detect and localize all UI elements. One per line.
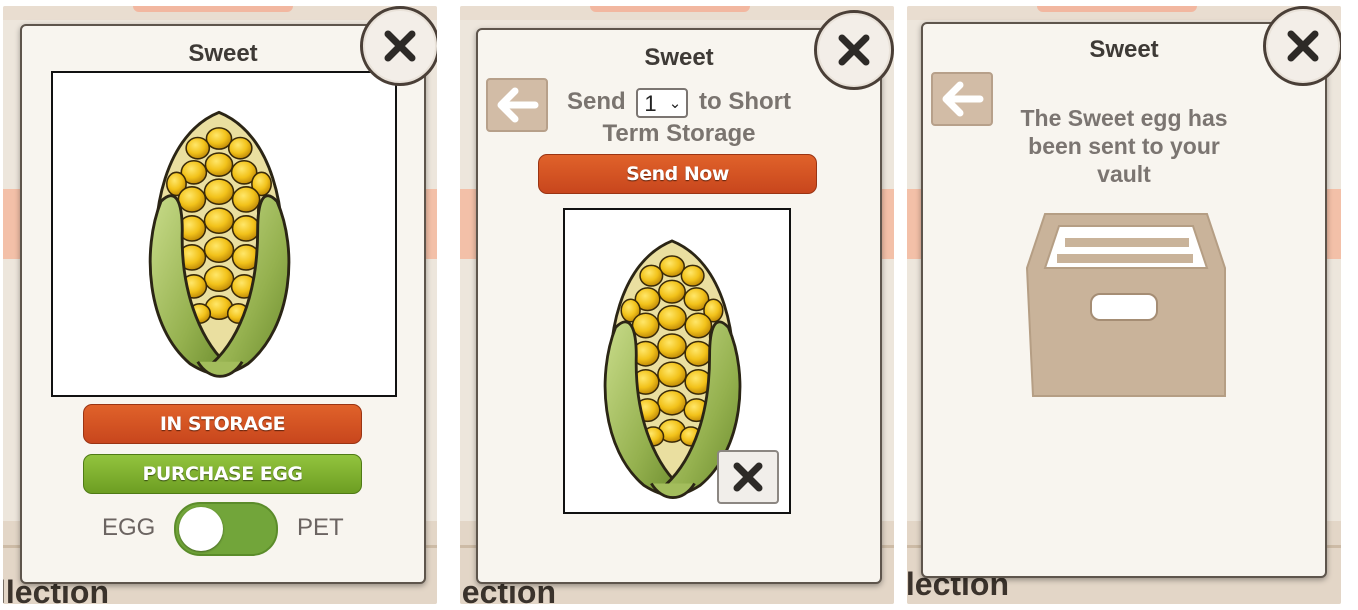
sent-confirmation-modal: Sweet The Sweet egg has been sent to you…: [921, 22, 1327, 578]
close-x-icon: [838, 34, 870, 66]
screenshot-panel-egg-details: llection Sweet IN STORAGE PURCHASE EGG E…: [3, 6, 437, 604]
sent-message-line-2: been sent to your: [1028, 133, 1220, 159]
egg-pet-toggle[interactable]: [174, 502, 278, 556]
send-prefix: Send: [566, 88, 626, 115]
sent-message-line-3: vault: [1097, 161, 1151, 187]
close-button[interactable]: [360, 6, 437, 86]
screenshot-panel-sent: llection Sweet The Sweet egg has been se…: [907, 6, 1341, 604]
send-suffix: to Short: [699, 88, 791, 115]
corn-egg-icon: [110, 95, 328, 385]
close-button[interactable]: [814, 10, 894, 90]
sent-message-line-1: The Sweet egg has: [1020, 105, 1228, 131]
in-storage-button[interactable]: IN STORAGE: [83, 404, 362, 444]
remove-button[interactable]: [717, 450, 779, 504]
toggle-label-pet: PET: [297, 514, 344, 541]
toggle-label-egg: EGG: [102, 514, 156, 541]
send-line-1: Send 1 ⌄ to Short: [478, 86, 880, 118]
send-storage-modal: Sweet Send 1 ⌄ to Short Term Storage Send…: [476, 28, 882, 584]
close-button[interactable]: [1263, 6, 1341, 86]
send-now-button[interactable]: Send Now: [538, 154, 817, 194]
egg-image-frame: [563, 208, 791, 514]
x-icon: [733, 462, 763, 492]
send-line-2: Term Storage: [602, 120, 756, 147]
screenshot-panel-send: llection Sweet Send 1⌄ to Short Term Sto…: [460, 6, 894, 604]
chevron-down-icon: ⌄: [668, 94, 682, 112]
egg-image-frame: [51, 71, 397, 397]
quantity-value: 1: [644, 90, 657, 116]
toggle-knob: [179, 507, 223, 551]
close-x-icon: [1287, 30, 1319, 62]
purchase-egg-button[interactable]: PURCHASE EGG: [83, 454, 362, 494]
egg-details-modal: Sweet IN STORAGE PURCHASE EGG EGG PET: [20, 24, 426, 584]
storage-box-icon: [1025, 213, 1226, 397]
close-x-icon: [384, 30, 416, 62]
quantity-select[interactable]: 1 ⌄: [636, 87, 689, 118]
